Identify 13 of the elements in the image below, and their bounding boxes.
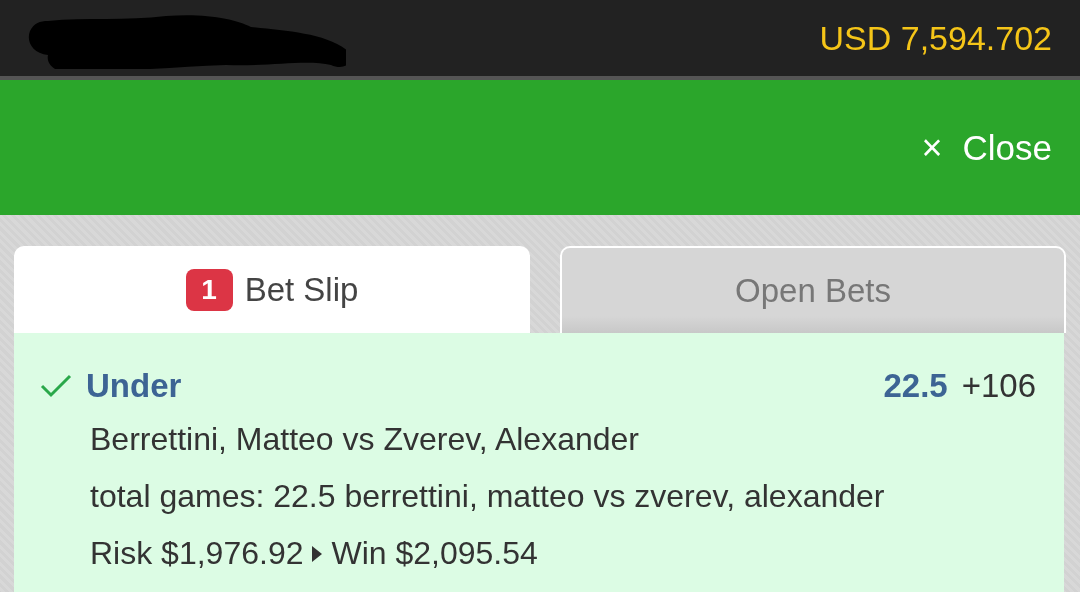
match-name: Berrettini, Matteo vs Zverev, Alexander bbox=[89, 420, 640, 459]
tab[interactable]: Open Bets bbox=[560, 246, 1066, 333]
win-amount: Win $2,095.54 bbox=[331, 534, 538, 573]
tab[interactable]: 1 Bet Slip bbox=[14, 246, 530, 333]
count-badge: 1 bbox=[185, 268, 233, 311]
account-balance: USD 7,594.702 bbox=[819, 18, 1052, 58]
triangle-icon bbox=[311, 544, 324, 563]
close-button[interactable]: × Close bbox=[921, 126, 1052, 169]
bet-line: 22.5 bbox=[883, 367, 948, 405]
bet-description: total games: 22.5 berrettini, matteo vs zverev, alexander bbox=[89, 477, 886, 516]
risk-amount: Risk $1,976.92 bbox=[90, 534, 304, 573]
bet-odds: +106 bbox=[961, 367, 1036, 405]
selection-name: Under bbox=[86, 367, 182, 405]
